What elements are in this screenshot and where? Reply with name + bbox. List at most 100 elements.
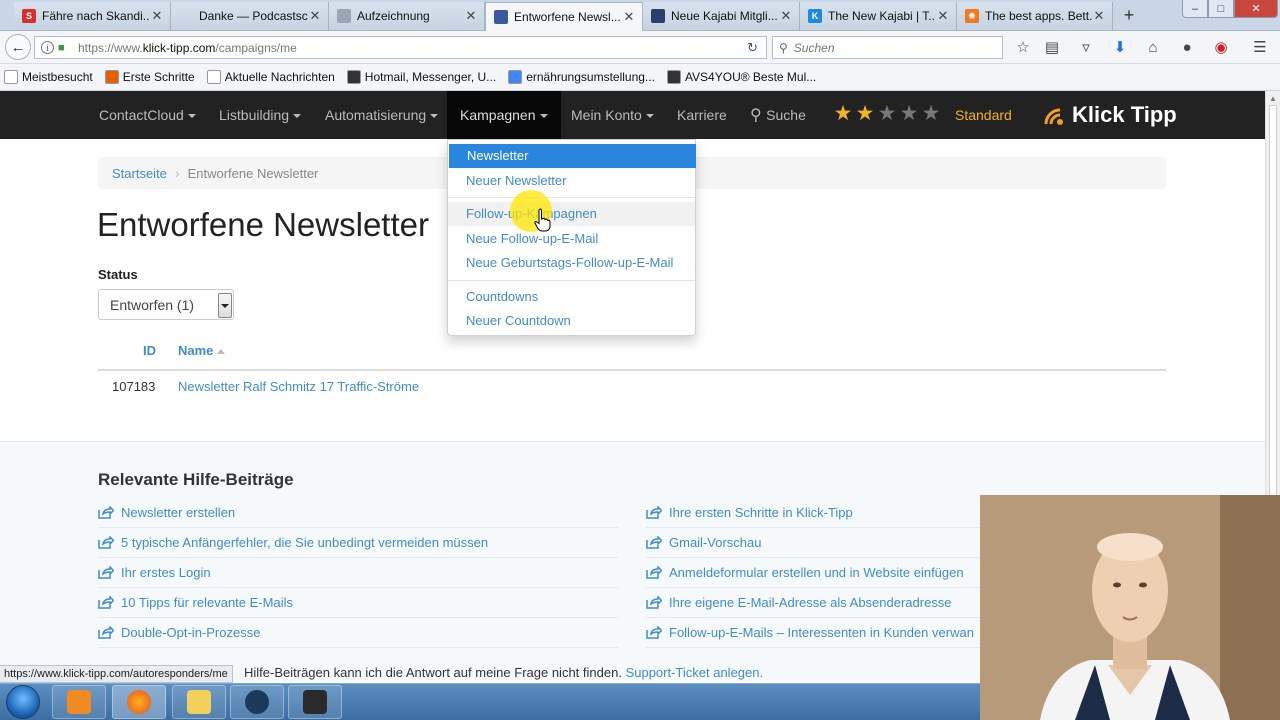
bookmark-item[interactable]: Erste Schritte <box>101 70 195 84</box>
menu-divider <box>448 197 695 198</box>
reading-list-icon[interactable]: ▤ <box>1042 38 1062 58</box>
menu-item-neuer-newsletter[interactable]: Neuer Newsletter <box>448 169 695 193</box>
tab-close-icon[interactable]: ✕ <box>779 8 793 24</box>
taskbar-explorer[interactable] <box>172 685 226 719</box>
tab-close-icon[interactable]: ✕ <box>1092 8 1106 24</box>
nav-item-contactcloud[interactable]: ContactCloud <box>99 91 196 139</box>
help-link[interactable]: Double-Opt-in-Prozesse <box>98 618 618 648</box>
caret-down-icon <box>645 114 654 119</box>
tab-close-icon[interactable]: ✕ <box>936 8 950 24</box>
download-icon[interactable]: ⬇ <box>1110 38 1130 58</box>
scroll-up-icon[interactable]: ▲ <box>1269 94 1277 103</box>
taskbar-camtasia[interactable] <box>230 685 284 719</box>
chat-icon[interactable]: ● <box>1177 38 1197 58</box>
back-button[interactable]: ← <box>5 34 31 60</box>
browser-tab[interactable]: K The New Kajabi | T... ✕ <box>800 2 957 30</box>
nav-item-label: Karriere <box>677 107 727 123</box>
breadcrumb-home[interactable]: Startseite <box>112 166 167 181</box>
help-link[interactable]: Ihr erstes Login <box>98 558 618 588</box>
browser-navigation-bar: ← i ■ https://www.klick-tipp.com/campaig… <box>0 31 1280 64</box>
browser-tab[interactable]: Aufzeichnung ✕ <box>329 2 485 30</box>
menu-item-newsletter[interactable]: Newsletter <box>449 144 696 168</box>
reload-icon[interactable]: ↻ <box>747 40 758 56</box>
status-select-value: Entworfen (1) <box>110 296 195 313</box>
taskbar-media-player[interactable] <box>52 685 106 719</box>
status-select[interactable]: Entworfen (1) <box>98 289 234 320</box>
star-icon: ★ <box>921 102 941 125</box>
help-footer-text: Hilfe-Beiträgen kann ich die Antwort auf… <box>244 665 622 680</box>
browser-search-bar[interactable]: ⚲ <box>772 36 1003 59</box>
bookmark-item[interactable]: Aktuelle Nachrichten <box>203 70 335 84</box>
browser-tab[interactable]: S Fähre nach Skandi... ✕ <box>14 2 171 30</box>
bookmark-star-icon[interactable]: ☆ <box>1013 38 1033 58</box>
folder-icon <box>187 690 211 714</box>
breadcrumb-current: Entworfene Newsletter <box>187 165 319 181</box>
bookmark-item[interactable]: ernährungsumstellung... <box>504 70 655 84</box>
menu-item-neuer-countdown[interactable]: Neuer Countdown <box>448 309 695 333</box>
nav-item-automatisierung[interactable]: Automatisierung <box>325 91 439 139</box>
nav-item-kampagnen[interactable]: Kampagnen <box>447 91 561 139</box>
help-link[interactable]: Ihre eigene E-Mail-Adresse als Absendera… <box>646 588 980 618</box>
maximize-button[interactable]: □ <box>1208 0 1234 18</box>
close-window-button[interactable]: ✕ <box>1234 0 1278 18</box>
help-link[interactable]: Newsletter erstellen <box>98 498 618 528</box>
menu-divider <box>448 279 695 281</box>
tab-favicon-icon: K <box>808 9 822 23</box>
pinterest-icon[interactable]: ◉ <box>1211 38 1231 58</box>
help-link[interactable]: Ihre ersten Schritte in Klick-Tipp <box>646 498 980 528</box>
browser-tab[interactable]: ✺ The best apps. Bett... ✕ <box>957 2 1113 30</box>
home-icon[interactable]: ⌂ <box>1143 38 1163 58</box>
menu-item-neue-follow-up-e-mail[interactable]: Neue Follow-up-E-Mail <box>448 227 695 251</box>
breadcrumb-separator-icon: › <box>174 165 180 181</box>
tab-close-icon[interactable]: ✕ <box>150 8 164 24</box>
nav-item-suche[interactable]: ⚲ Suche <box>750 91 806 139</box>
help-link[interactable]: Gmail-Vorschau <box>646 528 980 558</box>
support-ticket-link[interactable]: Support-Ticket anlegen. <box>626 665 764 680</box>
help-link[interactable]: 5 typische Anfängerfehler, die Sie unbed… <box>98 528 618 558</box>
newsletter-name-link[interactable]: Newsletter Ralf Schmitz 17 Traffic-Ström… <box>178 379 419 394</box>
media-player-icon <box>67 690 91 714</box>
nav-item-label: Suche <box>766 107 806 123</box>
bookmark-item[interactable]: Hotmail, Messenger, U... <box>343 70 496 84</box>
help-link[interactable]: Anmeldeformular erstellen und in Website… <box>646 558 980 588</box>
dropdown-arrow-icon[interactable] <box>218 293 232 318</box>
taskbar-camera[interactable] <box>288 685 342 719</box>
taskbar-firefox[interactable] <box>112 685 166 719</box>
browser-search-input[interactable] <box>793 40 984 55</box>
url-text[interactable]: https://www.klick-tipp.com/campaigns/me <box>78 41 297 55</box>
external-link-icon <box>646 536 662 549</box>
bookmark-item[interactable]: Meistbesucht <box>0 70 93 84</box>
help-link[interactable]: 10 Tipps für relevante E-Mails <box>98 588 618 618</box>
external-link-icon <box>646 596 662 609</box>
windows-start-button[interactable] <box>6 685 40 719</box>
info-icon[interactable]: i <box>41 41 54 54</box>
browser-tab[interactable]: Entworfene Newsl... ✕ <box>485 2 643 31</box>
nav-item-listbuilding[interactable]: Listbuilding <box>219 91 302 139</box>
tab-close-icon[interactable]: ✕ <box>464 8 478 24</box>
browser-tab[interactable]: Neue Kajabi Mitgli... ✕ <box>643 2 800 30</box>
bookmark-item[interactable]: AVS4YOU® Beste Mul... <box>663 70 816 84</box>
menu-item-countdowns[interactable]: Countdowns <box>448 285 695 309</box>
plan-label[interactable]: Standard <box>955 91 1012 139</box>
tab-close-icon[interactable]: ✕ <box>622 9 636 25</box>
recorder-icon <box>245 690 269 714</box>
pocket-icon[interactable]: ▿ <box>1076 38 1096 58</box>
help-link[interactable]: Follow-up-E-Mails – Interessenten in Kun… <box>646 618 980 648</box>
nav-item-mein-konto[interactable]: Mein Konto <box>571 91 654 139</box>
minimize-button[interactable]: – <box>1182 0 1208 18</box>
nav-item-karriere[interactable]: Karriere <box>677 91 727 139</box>
external-link-icon <box>646 566 662 579</box>
column-header-id[interactable]: ID <box>143 343 156 358</box>
bookmark-icon <box>4 70 18 84</box>
klick-tipp-logo[interactable]: Klick Tipp <box>1042 99 1177 131</box>
tab-close-icon[interactable]: ✕ <box>308 8 322 24</box>
link-preview-status: https://www.klick-tipp.com/autoresponder… <box>0 665 233 683</box>
menu-item-neue-geburtstags-follow-up-e-mail[interactable]: Neue Geburtstags-Follow-up-E-Mail <box>448 251 695 275</box>
hamburger-menu-icon[interactable]: ☰ <box>1250 38 1270 58</box>
menu-item-follow-up-kampagnen[interactable]: Follow-up-Kampagnen <box>448 202 695 226</box>
new-tab-button[interactable]: + <box>1118 4 1140 26</box>
table-header-divider <box>98 369 1166 371</box>
address-bar[interactable]: i ■ https://www.klick-tipp.com/campaigns… <box>34 36 767 59</box>
browser-tab[interactable]: Danke — Podcastschn...✕ <box>171 2 329 30</box>
column-header-name[interactable]: Name <box>178 343 226 358</box>
